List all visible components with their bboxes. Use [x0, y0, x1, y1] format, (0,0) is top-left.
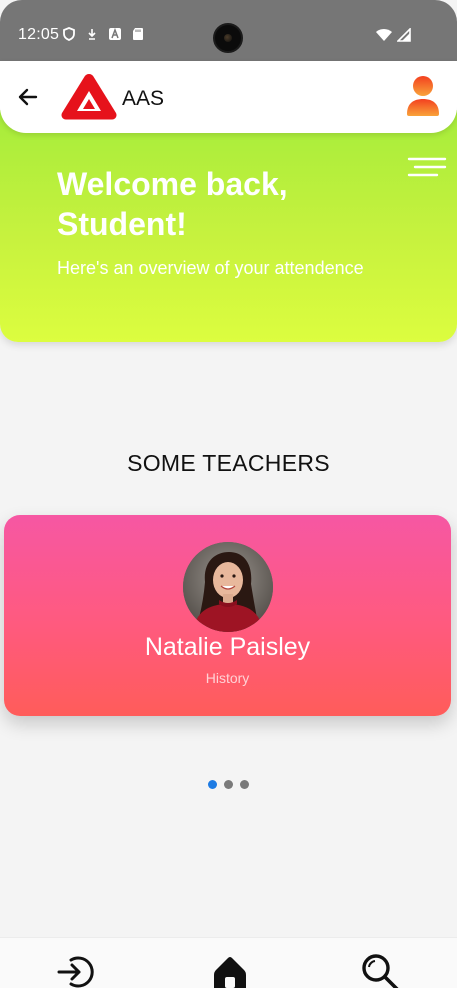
carousel-dot-2[interactable] — [224, 780, 233, 789]
bottom-navigation — [0, 937, 457, 988]
carousel-dot-1[interactable] — [208, 780, 217, 789]
user-profile-icon[interactable] — [404, 75, 442, 117]
search-icon[interactable] — [360, 952, 400, 988]
teacher-name: Natalie Paisley — [144, 633, 311, 661]
app-title: AAS — [122, 87, 165, 110]
status-time: 12:05 — [18, 26, 60, 43]
teacher-photo — [183, 542, 273, 632]
teacher-subject: History — [205, 670, 250, 686]
section-title: SOME TEACHERS — [127, 450, 330, 476]
welcome-title: Welcome back, Student! — [57, 166, 288, 242]
carousel-dot-3[interactable] — [240, 780, 249, 789]
avatar — [183, 542, 273, 632]
app-bar: AAS — [0, 61, 457, 133]
welcome-banner: Welcome back, Student! Here's an overvie… — [0, 110, 457, 342]
shield-icon — [63, 27, 75, 41]
status-bar: 12:05 — [0, 0, 457, 64]
home-icon[interactable] — [210, 952, 250, 988]
sd-card-icon — [133, 28, 143, 40]
wifi-icon — [376, 29, 392, 41]
arrow-left-icon[interactable] — [14, 83, 42, 111]
menu-lines-icon[interactable] — [407, 157, 447, 179]
carousel-indicator — [208, 780, 249, 789]
download-icon — [88, 29, 96, 40]
welcome-subtitle: Here's an overview of your attendence — [57, 258, 364, 278]
a-icon — [109, 27, 121, 40]
status-left-icons — [62, 27, 145, 41]
teacher-card[interactable]: Natalie Paisley History — [4, 515, 451, 716]
camera-cutout — [213, 23, 243, 53]
login-icon[interactable] — [57, 952, 97, 988]
aas-logo-icon — [61, 74, 117, 120]
signal-icon — [397, 28, 411, 42]
status-right-icons — [375, 28, 411, 42]
